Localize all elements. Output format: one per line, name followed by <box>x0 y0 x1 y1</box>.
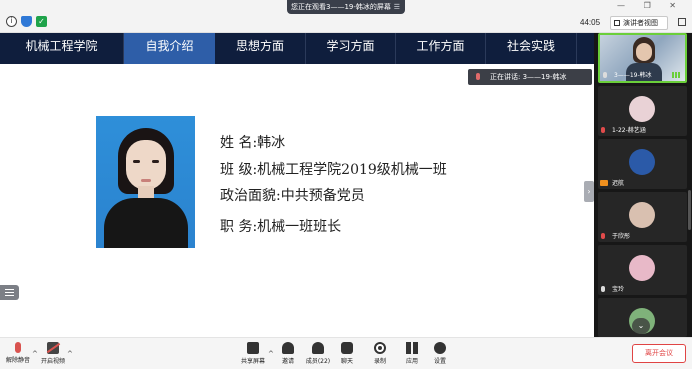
muted-mic-icon <box>15 342 21 353</box>
record-button[interactable]: 录制 <box>370 342 390 365</box>
profile-row-class: 班 级:机械工程学院2019级机械一班 <box>220 159 447 179</box>
scroll-down-button[interactable]: ⌄ <box>632 318 650 334</box>
share-options-caret[interactable]: ^ <box>268 350 274 358</box>
profile-row-position: 职 务:机械一班班长 <box>220 216 341 236</box>
leave-meeting-button[interactable]: 离开会议 <box>632 344 686 363</box>
profile-label: 班 级: <box>220 162 258 178</box>
phone-icon <box>600 180 608 186</box>
profile-label: 政治面貌: <box>220 188 281 204</box>
active-speaker-banner: 正在讲话: 3——19-韩冰 <box>468 69 592 85</box>
members-icon <box>312 342 324 354</box>
security-shield-icon[interactable] <box>21 16 32 27</box>
invite-button[interactable]: 邀请 <box>278 342 298 365</box>
video-options-caret[interactable]: ^ <box>67 350 73 358</box>
participant-name: 1-22-赫艺涵 <box>612 127 646 134</box>
settings-button[interactable]: 设置 <box>430 342 450 365</box>
participant-tile[interactable]: 1-22-赫艺涵 <box>598 86 687 136</box>
profile-value: 中共预备党员 <box>280 188 365 204</box>
microphone-icon <box>601 286 605 292</box>
share-screen-label: 共享屏幕 <box>240 358 265 365</box>
signal-bars-icon <box>672 72 680 78</box>
nav-item-study[interactable]: 学习方面 <box>306 33 396 64</box>
options-icon[interactable]: ☰ <box>394 0 400 14</box>
microphone-icon <box>476 73 480 80</box>
encryption-check-icon[interactable]: ✓ <box>36 16 47 27</box>
participant-tile[interactable]: 于欣彤 <box>598 192 687 242</box>
settings-label: 设置 <box>433 358 446 365</box>
record-icon <box>374 342 386 354</box>
gallery-scrollbar[interactable] <box>688 190 691 230</box>
slide-navigation-bar: 机械工程学院 自我介绍 思想方面 学习方面 工作方面 社会实践 <box>0 33 594 64</box>
video-off-icon <box>47 342 59 354</box>
participant-name: 迟航 <box>612 180 625 187</box>
nav-item-ideology[interactable]: 思想方面 <box>215 33 306 64</box>
profile-label: 姓 名: <box>220 135 258 151</box>
collapse-gallery-button[interactable]: › <box>584 181 594 202</box>
speaker-view-label: 演讲者视图 <box>623 19 658 27</box>
grid-icon <box>614 20 620 26</box>
apps-icon <box>406 342 418 354</box>
apps-button[interactable]: 应用 <box>402 342 422 365</box>
participant-tile[interactable]: 迟航 <box>598 139 687 189</box>
participant-name: 宝玲 <box>612 286 625 293</box>
participant-avatar <box>629 96 655 122</box>
active-speaker-text: 正在讲话: 3——19-韩冰 <box>490 73 567 81</box>
muted-mic-icon <box>601 233 605 239</box>
nav-item-work[interactable]: 工作方面 <box>396 33 486 64</box>
profile-photo <box>96 116 195 248</box>
nav-item-self-intro[interactable]: 自我介绍 <box>124 33 215 64</box>
meeting-timer: 44:05 <box>580 18 601 27</box>
participant-tile[interactable]: 3——19-韩冰 <box>598 33 687 83</box>
participant-tile[interactable]: 宝玲 <box>598 245 687 295</box>
participant-avatar <box>629 255 655 281</box>
info-icon[interactable]: i <box>6 16 17 27</box>
side-menu-icon[interactable] <box>0 285 19 300</box>
meeting-toolbar: 解除静音 ^ 开启视频 ^ 共享屏幕 ^ 邀请 成员(22) 聊天 录制 应用 … <box>0 337 692 369</box>
unmute-button[interactable]: 解除静音 <box>5 342 31 364</box>
participant-name: 于欣彤 <box>612 233 631 240</box>
profile-row-political-status: 政治面貌:中共预备党员 <box>220 185 365 205</box>
microphone-icon <box>603 72 607 78</box>
invite-label: 邀请 <box>281 358 294 365</box>
profile-value: 韩冰 <box>257 135 286 151</box>
nav-item-college[interactable]: 机械工程学院 <box>0 33 124 64</box>
apps-label: 应用 <box>405 358 418 365</box>
nav-item-social-practice[interactable]: 社会实践 <box>486 33 577 64</box>
participant-gallery[interactable]: 3——19-韩冰 1-22-赫艺涵 迟航 于欣彤 宝玲 <box>594 33 692 337</box>
profile-label: 职 务: <box>220 219 258 235</box>
muted-mic-icon <box>601 127 605 133</box>
participant-name: 3——19-韩冰 <box>614 72 652 79</box>
window-controls[interactable]: — ❐ ✕ <box>617 1 684 10</box>
start-video-button[interactable]: 开启视频 <box>40 342 66 365</box>
invite-icon <box>282 342 294 354</box>
window-titlebar: i ✓ 您正在观看3——19-韩冰的屏幕 ☰ — ❐ ✕ 44:05 演讲者视图 <box>0 0 692 33</box>
share-screen-icon <box>247 342 259 354</box>
chat-icon <box>341 342 353 354</box>
participant-avatar <box>629 202 655 228</box>
gear-icon <box>434 342 446 354</box>
share-screen-button[interactable]: 共享屏幕 <box>240 342 266 365</box>
participant-avatar <box>629 149 655 175</box>
start-video-label: 开启视频 <box>40 358 65 365</box>
viewing-share-text: 您正在观看3——19-韩冰的屏幕 <box>291 3 391 11</box>
profile-value: 机械一班班长 <box>257 219 342 235</box>
members-button[interactable]: 成员(22) <box>304 342 332 365</box>
profile-row-name: 姓 名:韩冰 <box>220 132 285 152</box>
unmute-label: 解除静音 <box>5 357 30 364</box>
members-label: 成员(22) <box>305 358 331 365</box>
chat-label: 聊天 <box>340 358 353 365</box>
profile-value: 机械工程学院2019级机械一班 <box>257 162 447 178</box>
speaker-view-button[interactable]: 演讲者视图 <box>610 16 668 30</box>
audio-options-caret[interactable]: ^ <box>32 350 38 358</box>
fullscreen-icon[interactable] <box>678 18 686 26</box>
viewing-share-banner[interactable]: 您正在观看3——19-韩冰的屏幕 ☰ <box>287 0 405 14</box>
record-label: 录制 <box>373 358 386 365</box>
chat-button[interactable]: 聊天 <box>337 342 357 365</box>
